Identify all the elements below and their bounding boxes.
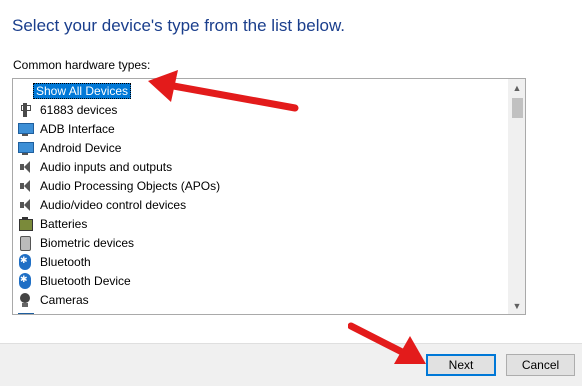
list-item-label: Audio Processing Objects (APOs) xyxy=(40,178,221,193)
biometric-icon xyxy=(17,235,33,251)
list-item-label: Audio inputs and outputs xyxy=(40,159,173,174)
list-item-label: Bluetooth Device xyxy=(40,273,131,288)
list-item-label: Android Device xyxy=(40,140,122,155)
monitor-icon xyxy=(17,140,34,156)
listbox-content: Show All Devices 61883 devices ADB Inter… xyxy=(13,79,508,314)
listbox-scrollbar[interactable]: ▲ ▼ xyxy=(508,79,525,314)
bluetooth-icon xyxy=(17,253,33,270)
bluetooth-icon xyxy=(17,272,33,289)
monitor-icon xyxy=(17,311,34,314)
list-item-audio-video-control[interactable]: Audio/video control devices xyxy=(17,195,189,214)
list-item-label: Cameras xyxy=(40,292,89,307)
list-item-label: Show All Devices xyxy=(33,82,132,99)
battery-icon xyxy=(17,216,33,232)
list-item-show-all-devices[interactable]: Show All Devices xyxy=(17,81,132,100)
cancel-button[interactable]: Cancel xyxy=(506,354,575,376)
list-item-biometric-devices[interactable]: Biometric devices xyxy=(17,233,137,252)
list-item-android-device[interactable]: Android Device xyxy=(17,138,124,157)
scroll-up-arrow-icon[interactable]: ▲ xyxy=(509,79,525,96)
list-item-audio-inputs-outputs[interactable]: Audio inputs and outputs xyxy=(17,157,175,176)
list-item-label: Biometric devices xyxy=(40,235,135,250)
monitor-icon xyxy=(17,121,34,137)
list-item-label: 61883 devices xyxy=(40,102,118,117)
list-item-partial[interactable] xyxy=(17,309,37,314)
list-item-bluetooth[interactable]: Bluetooth xyxy=(17,252,94,271)
list-item-label: Batteries xyxy=(40,216,88,231)
list-item-label: ADB Interface xyxy=(40,121,115,136)
list-item-adb-interface[interactable]: ADB Interface xyxy=(17,119,118,138)
scrollbar-thumb[interactable] xyxy=(512,98,523,118)
list-item-bluetooth-device[interactable]: Bluetooth Device xyxy=(17,271,134,290)
speaker-icon xyxy=(17,178,33,194)
list-item-audio-processing-objects[interactable]: Audio Processing Objects (APOs) xyxy=(17,176,223,195)
speaker-icon xyxy=(17,159,33,175)
list-item-cameras[interactable]: Cameras xyxy=(17,290,92,309)
page-heading: Select your device's type from the list … xyxy=(12,16,346,35)
next-button[interactable]: Next xyxy=(426,354,496,376)
list-item-label: Audio/video control devices xyxy=(40,197,187,212)
list-item-label: Bluetooth xyxy=(40,254,91,269)
list-item-batteries[interactable]: Batteries xyxy=(17,214,90,233)
usb-plug-icon xyxy=(17,102,33,118)
scroll-down-arrow-icon[interactable]: ▼ xyxy=(509,297,525,314)
camera-icon xyxy=(17,292,33,308)
list-item-61883-devices[interactable]: 61883 devices xyxy=(17,100,120,119)
speaker-icon xyxy=(17,197,33,213)
common-hardware-types-label: Common hardware types: xyxy=(13,58,151,72)
hardware-types-listbox[interactable]: Show All Devices 61883 devices ADB Inter… xyxy=(12,78,526,315)
